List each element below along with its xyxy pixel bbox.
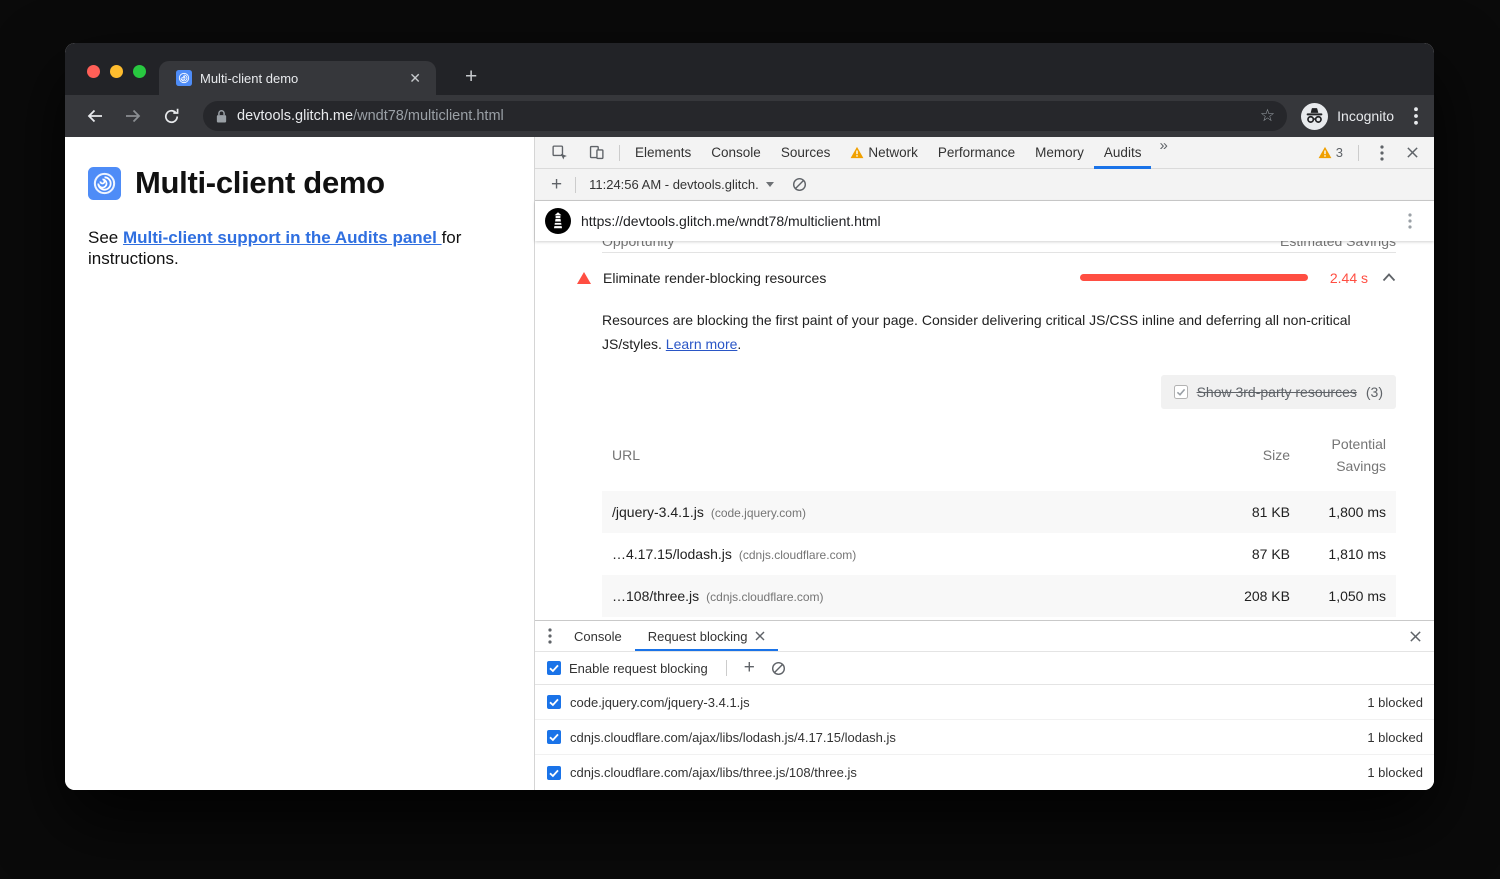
blocked-pattern-row[interactable]: code.jquery.com/jquery-3.4.1.js 1 blocke… xyxy=(535,685,1434,720)
back-icon[interactable] xyxy=(81,102,109,130)
audit-title: Eliminate render-blocking resources xyxy=(603,270,826,286)
lighthouse-icon xyxy=(545,208,571,234)
enable-blocking-checkbox[interactable] xyxy=(547,661,561,675)
savings-value: 2.44 s xyxy=(1322,270,1368,286)
enable-blocking-label: Enable request blocking xyxy=(569,661,708,676)
remove-all-patterns-icon[interactable] xyxy=(767,656,791,680)
devtools-close-icon[interactable] xyxy=(1400,141,1424,165)
audit-run-dropdown[interactable]: 11:24:56 AM - devtools.glitch. xyxy=(581,177,782,192)
audits-toolbar: + 11:24:56 AM - devtools.glitch. xyxy=(535,169,1434,201)
audit-description: Resources are blocking the first paint o… xyxy=(602,308,1384,356)
url-text: devtools.glitch.me/wndt78/multiclient.ht… xyxy=(237,108,1260,124)
console-warning-badge[interactable]: 3 xyxy=(1314,145,1347,160)
third-party-checkbox[interactable] xyxy=(1174,385,1188,399)
page-logo-icon xyxy=(88,167,121,200)
drawer-tab-console[interactable]: Console xyxy=(561,621,635,651)
audit-item-header[interactable]: Eliminate render-blocking resources 2.44… xyxy=(577,253,1396,302)
blocked-pattern-row[interactable]: cdnjs.cloudflare.com/ajax/libs/lodash.js… xyxy=(535,720,1434,755)
blocked-count: 1 blocked xyxy=(1367,765,1423,780)
table-header: URL Size Potential Savings xyxy=(602,421,1396,491)
browser-window: Multi-client demo ✕ + devtools.glitch.me… xyxy=(65,43,1434,790)
new-tab-button[interactable]: + xyxy=(457,64,485,90)
report-menu-icon[interactable] xyxy=(1398,209,1422,233)
tab-sources[interactable]: Sources xyxy=(771,137,841,168)
savings-gauge-bar xyxy=(1080,274,1308,281)
browser-toolbar: devtools.glitch.me/wndt78/multiclient.ht… xyxy=(65,95,1434,137)
browser-tab-strip: Multi-client demo ✕ + xyxy=(65,43,1434,95)
more-tabs-icon[interactable]: » xyxy=(1151,137,1173,168)
learn-more-link[interactable]: Learn more xyxy=(666,336,738,352)
close-window-button[interactable] xyxy=(87,65,100,78)
incognito-indicator: Incognito xyxy=(1301,103,1394,130)
blocked-count: 1 blocked xyxy=(1367,730,1423,745)
minimize-window-button[interactable] xyxy=(110,65,123,78)
page-content: Multi-client demo See Multi-client suppo… xyxy=(65,137,535,790)
browser-menu-icon[interactable] xyxy=(1414,107,1418,125)
pattern-checkbox[interactable] xyxy=(547,695,561,709)
forward-icon[interactable] xyxy=(119,102,147,130)
tab-performance[interactable]: Performance xyxy=(928,137,1025,168)
clear-audits-icon[interactable] xyxy=(788,173,812,197)
drawer-tab-request-blocking[interactable]: Request blocking xyxy=(635,621,779,651)
tab-title: Multi-client demo xyxy=(200,71,404,86)
pattern-text: cdnjs.cloudflare.com/ajax/libs/lodash.js… xyxy=(570,730,1367,745)
opportunity-label: Opportunity xyxy=(602,241,674,250)
third-party-count: (3) xyxy=(1366,384,1383,400)
incognito-label: Incognito xyxy=(1337,108,1394,124)
pattern-text: cdnjs.cloudflare.com/ajax/libs/three.js/… xyxy=(570,765,1367,780)
pattern-text: code.jquery.com/jquery-3.4.1.js xyxy=(570,695,1367,710)
audited-url: https://devtools.glitch.me/wndt78/multic… xyxy=(581,213,1398,229)
drawer-tab-close-icon[interactable] xyxy=(755,631,765,641)
third-party-label: Show 3rd-party resources xyxy=(1197,384,1357,400)
blocked-pattern-row[interactable]: cdnjs.cloudflare.com/ajax/libs/three.js/… xyxy=(535,755,1434,790)
inspect-element-icon[interactable] xyxy=(547,141,571,165)
tab-close-icon[interactable]: ✕ xyxy=(404,68,426,88)
page-title: Multi-client demo xyxy=(88,165,514,201)
new-audit-icon[interactable]: + xyxy=(543,174,570,196)
audits-support-link[interactable]: Multi-client support in the Audits panel xyxy=(123,228,442,247)
pattern-checkbox[interactable] xyxy=(547,730,561,744)
pattern-checkbox[interactable] xyxy=(547,766,561,780)
audited-page-header: https://devtools.glitch.me/wndt78/multic… xyxy=(535,201,1434,241)
blocked-count: 1 blocked xyxy=(1367,695,1423,710)
warning-icon xyxy=(850,146,864,159)
devtools-menu-icon[interactable] xyxy=(1370,141,1394,165)
add-pattern-icon[interactable]: + xyxy=(740,657,759,679)
request-blocking-toolbar: Enable request blocking + xyxy=(535,652,1434,685)
audits-report: Opportunity Estimated Savings Eliminate … xyxy=(535,241,1434,620)
table-row: …4.17.15/lodash.js(cdnjs.cloudflare.com)… xyxy=(602,533,1396,575)
tab-network[interactable]: Network xyxy=(840,137,928,168)
devtools-drawer: Console Request blocking En xyxy=(535,620,1434,790)
fail-triangle-icon xyxy=(577,272,591,284)
window-controls xyxy=(87,65,146,78)
collapse-chevron-icon[interactable] xyxy=(1382,273,1396,282)
estimated-savings-label: Estimated Savings xyxy=(1280,241,1396,250)
devtools-tab-bar: Elements Console Sources Network Perform… xyxy=(535,137,1434,169)
reload-icon[interactable] xyxy=(157,102,185,130)
drawer-menu-icon[interactable] xyxy=(535,621,561,651)
devtools-panel: Elements Console Sources Network Perform… xyxy=(535,137,1434,790)
drawer-tab-bar: Console Request blocking xyxy=(535,621,1434,652)
devtools-favicon xyxy=(176,70,192,86)
tab-audits[interactable]: Audits xyxy=(1094,137,1152,168)
tab-memory[interactable]: Memory xyxy=(1025,137,1094,168)
bookmark-star-icon[interactable]: ☆ xyxy=(1260,106,1275,126)
third-party-filter[interactable]: Show 3rd-party resources (3) xyxy=(1161,375,1396,409)
zoom-window-button[interactable] xyxy=(133,65,146,78)
address-bar[interactable]: devtools.glitch.me/wndt78/multiclient.ht… xyxy=(203,101,1287,131)
incognito-icon xyxy=(1301,103,1328,130)
chevron-down-icon xyxy=(766,182,774,187)
opportunity-header: Opportunity Estimated Savings xyxy=(602,241,1396,252)
tab-elements[interactable]: Elements xyxy=(625,137,701,168)
browser-tab[interactable]: Multi-client demo ✕ xyxy=(159,61,436,95)
lock-icon[interactable] xyxy=(215,109,228,124)
page-body-text: See Multi-client support in the Audits p… xyxy=(88,227,514,269)
table-row: …108/three.js(cdnjs.cloudflare.com) 208 … xyxy=(602,575,1396,617)
table-row: /jquery-3.4.1.js(code.jquery.com) 81 KB … xyxy=(602,491,1396,533)
device-toolbar-icon[interactable] xyxy=(584,141,608,165)
tab-console[interactable]: Console xyxy=(701,137,771,168)
drawer-close-icon[interactable] xyxy=(1409,621,1434,651)
resources-table: URL Size Potential Savings /jquery-3.4.1… xyxy=(602,421,1396,617)
